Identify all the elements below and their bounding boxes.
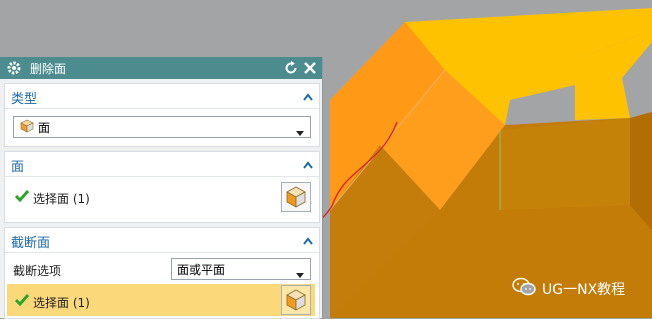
face-cube-icon [20, 119, 34, 136]
checkmark-icon [14, 190, 30, 205]
section-cut-title: 截断面 [11, 236, 51, 251]
cut-option-value: 面或平面 [177, 262, 226, 277]
gear-icon[interactable] [6, 60, 22, 79]
watermark: UG一NX教程 [512, 277, 625, 301]
watermark-text: UG一NX教程 [542, 282, 626, 298]
select-face-button[interactable] [281, 182, 311, 212]
section-cut: 截断面 截断选项 面或平面 选择面 (1) [4, 227, 320, 319]
type-select-value: 面 [38, 120, 51, 135]
close-icon[interactable] [302, 60, 318, 79]
cube-icon [286, 289, 306, 311]
cut-select-row[interactable]: 选择面 (1) [7, 284, 315, 316]
chevron-up-icon[interactable] [303, 234, 313, 248]
section-face-header[interactable]: 面 [5, 152, 319, 177]
reset-icon[interactable] [283, 60, 299, 79]
cut-select-face-button[interactable] [281, 285, 311, 315]
dropdown-arrow-icon [296, 125, 304, 139]
cut-option-select[interactable]: 面或平面 [171, 258, 311, 280]
dropdown-arrow-icon [296, 267, 304, 281]
delete-face-dialog: 删除面 类型 面 面 选择面 (1) 截断面 截断选项 面或平面 选择面 (1) [0, 57, 323, 319]
cut-option-label: 截断选项 [13, 264, 62, 278]
section-face-title: 面 [11, 160, 25, 175]
chevron-up-icon[interactable] [303, 90, 313, 104]
section-face: 面 选择面 (1) [4, 151, 320, 223]
wechat-icon [512, 277, 536, 301]
type-select[interactable]: 面 [13, 116, 311, 138]
chevron-up-icon[interactable] [303, 158, 313, 172]
select-face-label[interactable]: 选择面 (1) [33, 190, 90, 207]
section-type-title: 类型 [11, 92, 38, 107]
checkmark-icon [14, 294, 30, 309]
section-type: 类型 面 [4, 83, 320, 147]
dialog-titlebar: 删除面 [0, 57, 322, 79]
cube-icon [286, 186, 306, 208]
cut-select-face-label: 选择面 (1) [33, 296, 90, 310]
model-recess-face [500, 118, 630, 210]
section-type-header[interactable]: 类型 [5, 84, 319, 109]
section-cut-header[interactable]: 截断面 [5, 228, 319, 253]
dialog-title: 删除面 [30, 62, 67, 76]
